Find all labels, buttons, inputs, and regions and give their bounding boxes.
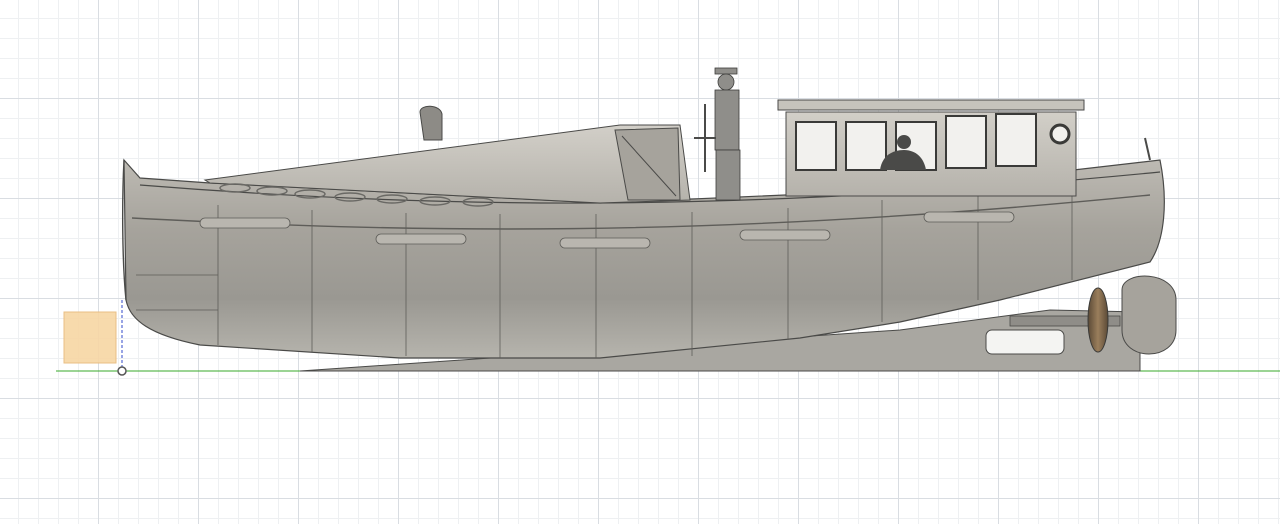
cabin-crew-head [897,135,911,149]
view-cube-face-icon[interactable] [63,311,117,364]
origin-point-icon[interactable] [117,366,127,376]
steering-wheel [694,104,716,172]
cabin-roof-rail [777,99,1085,111]
rudder [1121,275,1177,355]
skeg-opening [985,329,1065,355]
stern-post [1144,137,1151,161]
porthole [1049,123,1071,145]
exhaust-vent [419,105,443,141]
model-canvas[interactable] [0,0,1280,524]
propeller [1087,287,1109,353]
helmsman-figure [714,67,741,201]
